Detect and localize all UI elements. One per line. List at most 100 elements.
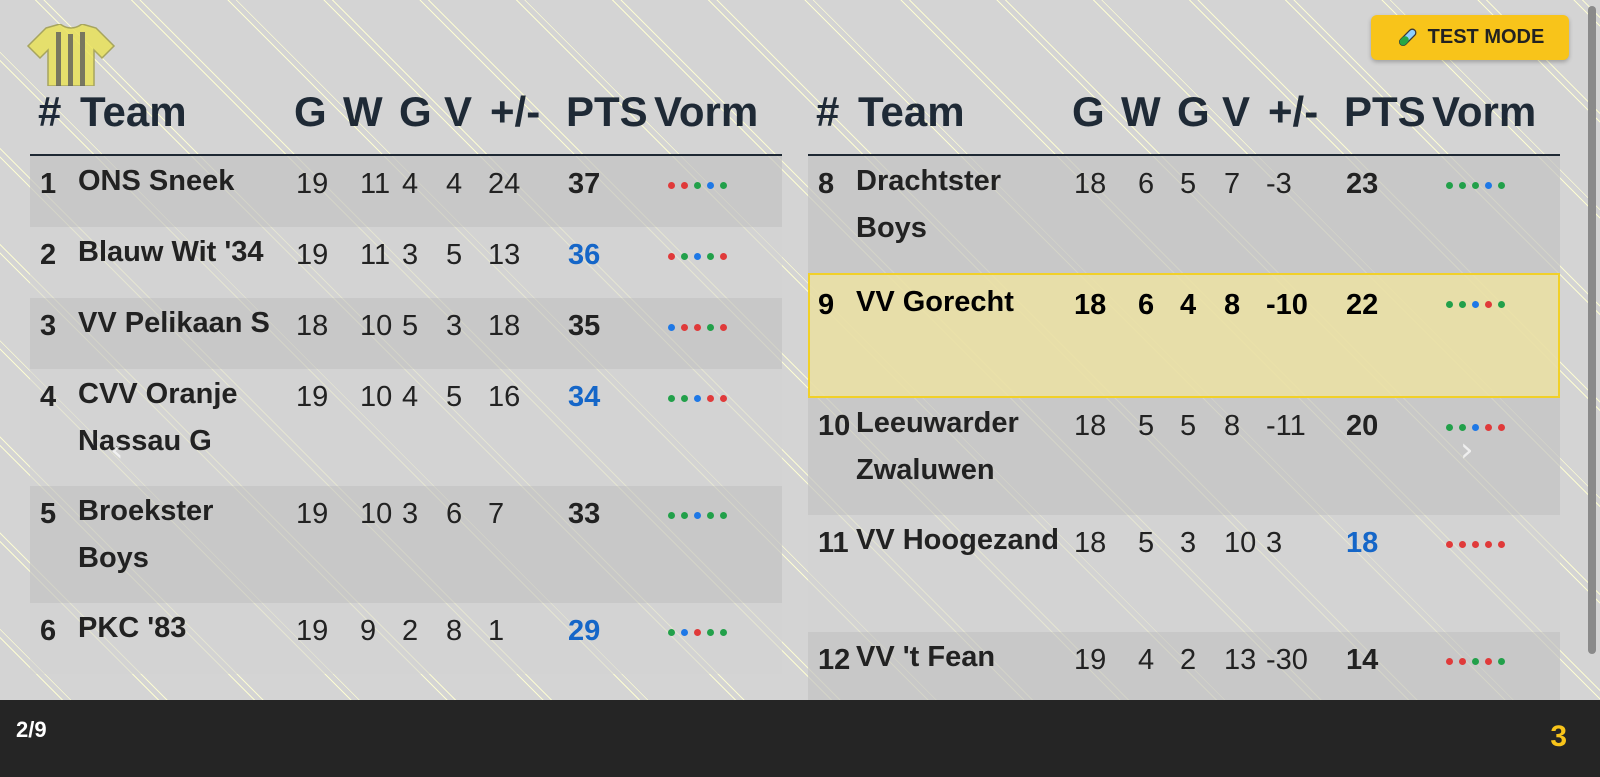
cell-rank: 5 bbox=[40, 498, 57, 530]
cell-lost: 4 bbox=[446, 168, 463, 200]
form-dot-loss bbox=[1446, 658, 1453, 665]
header-points: PTS bbox=[566, 88, 648, 135]
cell-rank: 2 bbox=[40, 239, 57, 271]
cell-played: 18 bbox=[1074, 527, 1107, 559]
cell-diff: -10 bbox=[1266, 289, 1308, 321]
scrollbar-thumb[interactable] bbox=[1588, 6, 1596, 654]
form-dot-win bbox=[720, 512, 727, 519]
form-indicator bbox=[1446, 541, 1505, 548]
header-rank: # bbox=[38, 88, 62, 135]
form-indicator bbox=[1446, 658, 1505, 665]
form-dot-draw bbox=[707, 182, 714, 189]
form-dot-loss bbox=[707, 395, 714, 402]
cell-played: 18 bbox=[1074, 289, 1107, 321]
cell-drawn: 2 bbox=[402, 615, 419, 647]
cell-played: 19 bbox=[296, 239, 329, 271]
header-played: G bbox=[294, 88, 327, 135]
cell-won: 5 bbox=[1138, 527, 1155, 559]
cell-diff: 16 bbox=[488, 381, 521, 413]
test-mode-label: TEST MODE bbox=[1427, 26, 1545, 48]
standings-table-left: # Team G W G V +/- PTS Vorm 1 ONS Sneek 19 11 4 4 24 37… bbox=[30, 86, 782, 674]
cell-drawn: 5 bbox=[1180, 168, 1197, 200]
form-dot-loss bbox=[1498, 424, 1505, 431]
form-dot-win bbox=[707, 512, 714, 519]
table-row: 4 CVV Oranje Nassau G 19 10 4 5 16 34 bbox=[30, 369, 782, 486]
table-row-highlighted: 9 VV Gorecht 18 6 4 8 -10 22 bbox=[808, 273, 1560, 398]
cell-lost: 8 bbox=[1224, 289, 1241, 321]
chevron-left-icon[interactable]: ‹ bbox=[110, 430, 124, 470]
table-row: 6 PKC '83 19 9 2 8 1 29 bbox=[30, 603, 782, 674]
form-dot-win bbox=[707, 324, 714, 331]
form-indicator bbox=[1446, 424, 1505, 431]
cell-team: VV 't Fean bbox=[856, 641, 996, 673]
form-dot-loss bbox=[1459, 658, 1466, 665]
cell-diff: 7 bbox=[488, 498, 505, 530]
cell-rank: 12 bbox=[818, 644, 851, 676]
table-row: 5 Broekster Boys 19 10 3 6 7 33 bbox=[30, 486, 782, 603]
form-dot-win bbox=[1472, 658, 1479, 665]
header-won: W bbox=[343, 88, 383, 135]
cell-team: Leeuwarder Zwaluwen bbox=[856, 407, 1019, 486]
form-dot-win bbox=[720, 629, 727, 636]
cell-played: 19 bbox=[1074, 644, 1107, 676]
form-dot-loss bbox=[668, 182, 675, 189]
cell-points: 23 bbox=[1346, 168, 1379, 200]
cell-rank: 3 bbox=[40, 310, 57, 342]
cell-lost: 3 bbox=[446, 310, 463, 342]
form-indicator bbox=[668, 395, 727, 402]
cell-rank: 4 bbox=[40, 381, 57, 413]
cell-played: 19 bbox=[296, 381, 329, 413]
header-lost: V bbox=[444, 88, 473, 135]
header-form: Vorm bbox=[1432, 88, 1537, 135]
form-dot-loss bbox=[1459, 541, 1466, 548]
form-dot-win bbox=[668, 629, 675, 636]
form-dot-win bbox=[681, 395, 688, 402]
cell-points: 22 bbox=[1346, 289, 1379, 321]
countdown: 3 bbox=[1550, 720, 1567, 753]
cell-won: 10 bbox=[360, 498, 393, 530]
cell-diff: -30 bbox=[1266, 644, 1308, 676]
cell-lost: 6 bbox=[446, 498, 463, 530]
header-lost: V bbox=[1222, 88, 1251, 135]
cell-rank: 1 bbox=[40, 168, 57, 200]
cell-rank: 9 bbox=[818, 289, 835, 321]
header-rank: # bbox=[816, 88, 840, 135]
form-dot-win bbox=[1446, 301, 1453, 308]
cell-lost: 13 bbox=[1224, 644, 1257, 676]
cell-points: 34 bbox=[568, 381, 601, 413]
form-dot-win bbox=[681, 253, 688, 260]
cell-rank: 11 bbox=[818, 527, 849, 559]
cell-lost: 8 bbox=[446, 615, 463, 647]
chevron-right-icon[interactable]: › bbox=[1460, 430, 1474, 470]
form-dot-draw bbox=[1485, 182, 1492, 189]
cell-played: 18 bbox=[1074, 410, 1107, 442]
form-dot-win bbox=[668, 512, 675, 519]
cell-played: 18 bbox=[296, 310, 329, 342]
form-dot-win bbox=[1446, 424, 1453, 431]
cell-team: Broekster Boys bbox=[78, 495, 214, 574]
table-row: 10 Leeuwarder Zwaluwen 18 5 5 8 -11 20 bbox=[808, 398, 1560, 515]
cell-points: 37 bbox=[568, 168, 601, 200]
form-indicator bbox=[1446, 182, 1505, 189]
cell-rank: 8 bbox=[818, 168, 835, 200]
header-team: Team bbox=[80, 88, 187, 135]
form-dot-loss bbox=[720, 253, 727, 260]
form-dot-win bbox=[707, 253, 714, 260]
form-dot-loss bbox=[1498, 541, 1505, 548]
cell-played: 19 bbox=[296, 615, 329, 647]
cell-drawn: 2 bbox=[1180, 644, 1197, 676]
form-dot-loss bbox=[694, 324, 701, 331]
test-mode-button[interactable]: TEST MODE bbox=[1371, 15, 1569, 60]
table-row: 8 Drachtster Boys 18 6 5 7 -3 23 bbox=[808, 156, 1560, 273]
cell-team: ONS Sneek bbox=[78, 165, 235, 197]
form-dot-loss bbox=[1446, 541, 1453, 548]
form-dot-win bbox=[720, 182, 727, 189]
cell-points: 33 bbox=[568, 498, 601, 530]
cell-played: 18 bbox=[1074, 168, 1107, 200]
form-indicator bbox=[668, 629, 727, 636]
header-team: Team bbox=[858, 88, 965, 135]
header-diff: +/- bbox=[490, 88, 541, 135]
cell-team: Blauw Wit '34 bbox=[78, 236, 264, 268]
form-indicator bbox=[668, 512, 727, 519]
cell-lost: 5 bbox=[446, 239, 463, 271]
